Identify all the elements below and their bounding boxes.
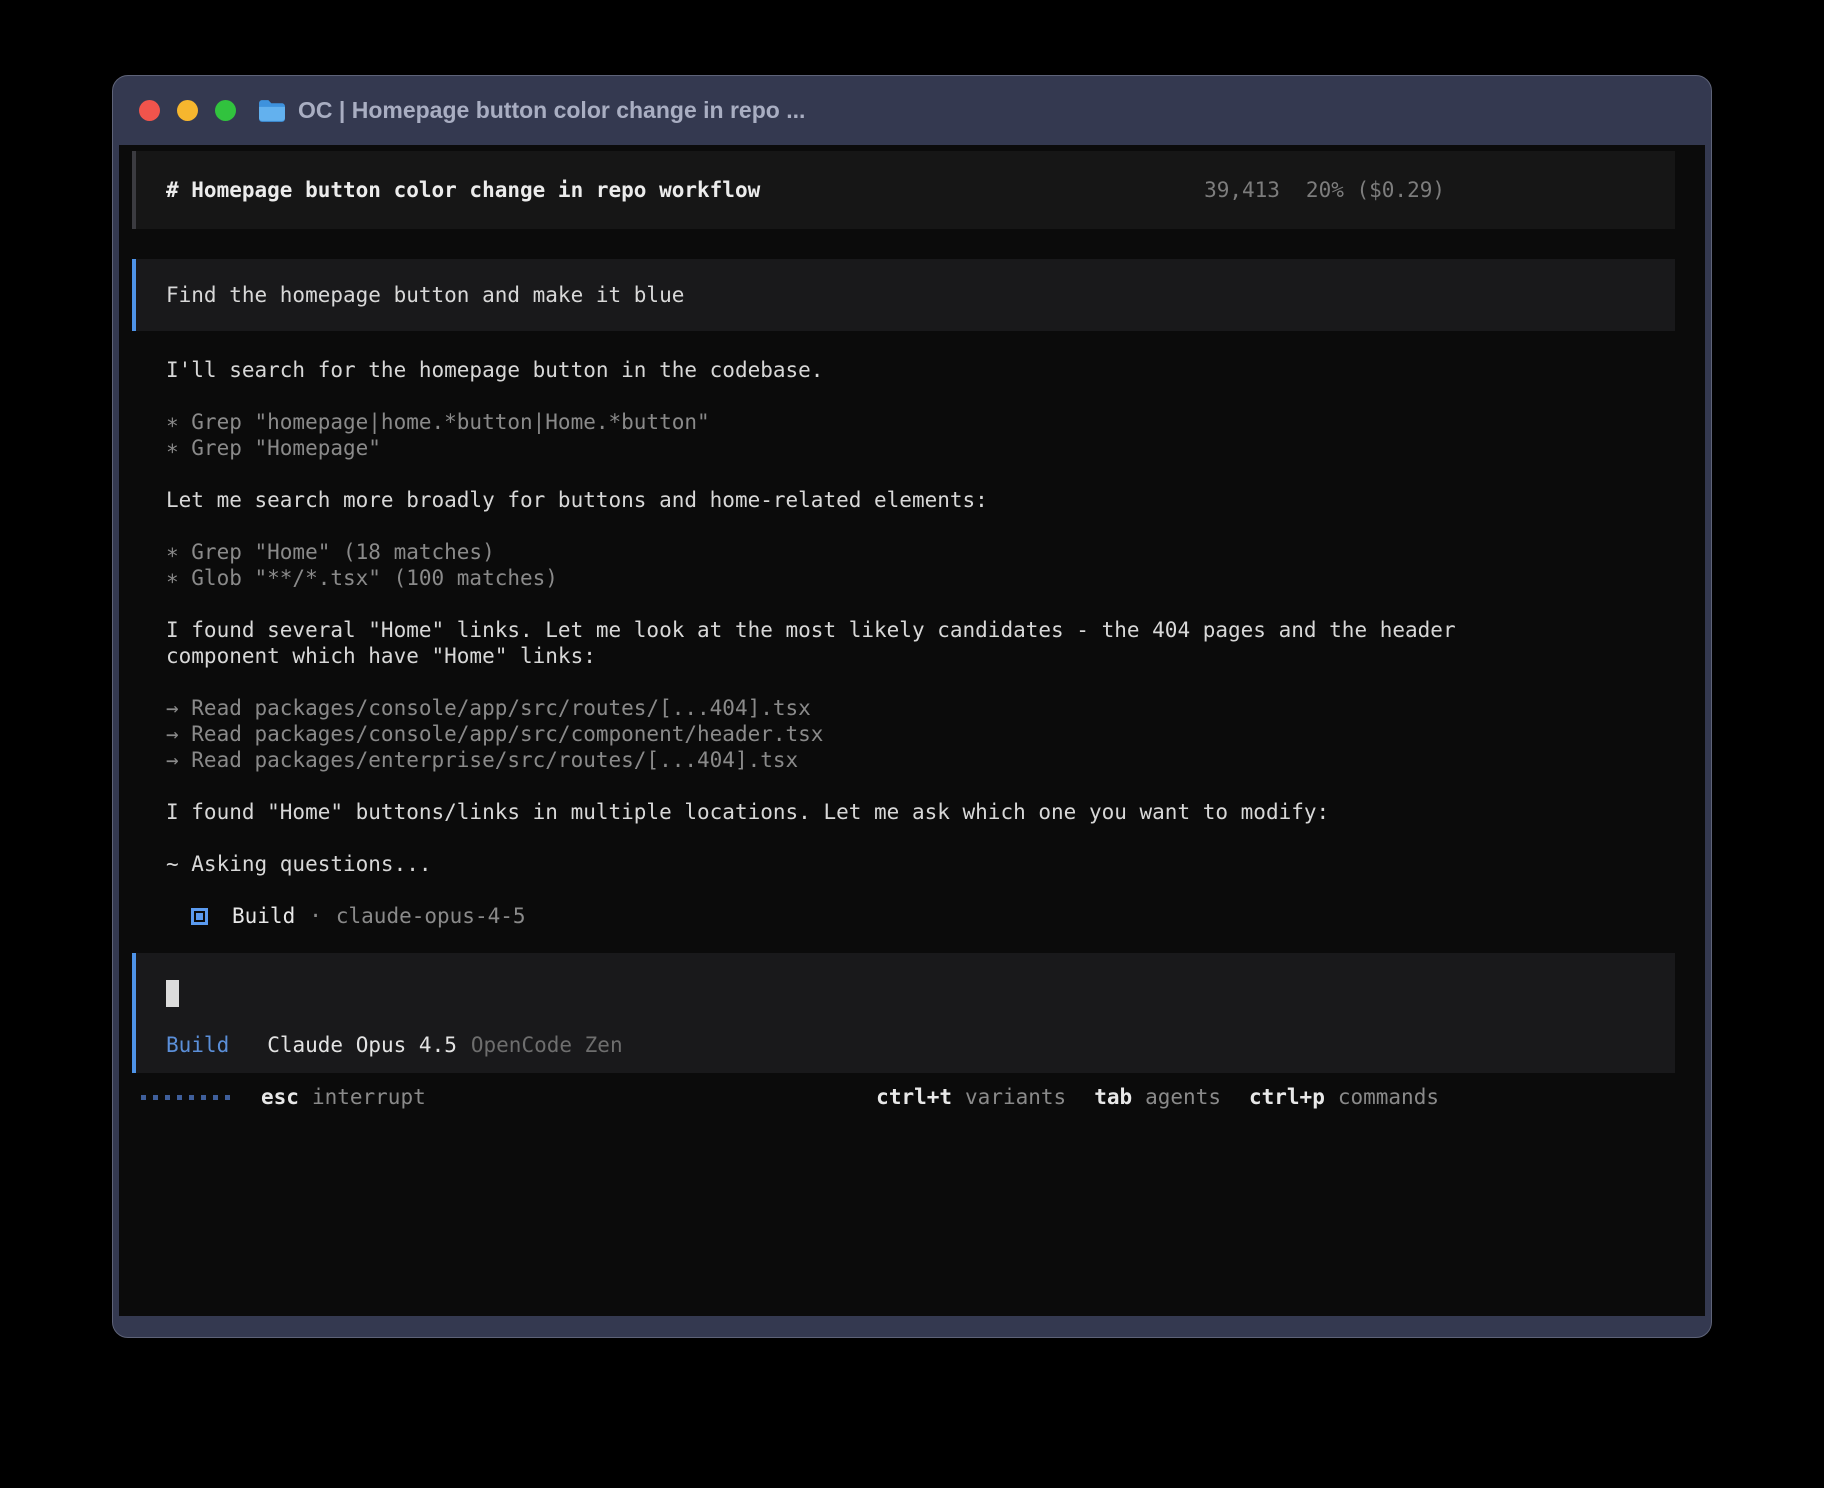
user-message: Find the homepage button and make it blu… xyxy=(132,259,1675,331)
input-agent-mode[interactable]: Build xyxy=(166,1032,229,1058)
agents-label: agents xyxy=(1145,1084,1221,1110)
assistant-status: ~ Asking questions... xyxy=(166,851,1456,877)
tool-call-grep: ∗ Grep "Home" (18 matches) xyxy=(166,539,1675,565)
tool-call-read: → Read packages/enterprise/src/routes/[.… xyxy=(166,747,1675,773)
session-header: # Homepage button color change in repo w… xyxy=(132,151,1675,229)
agent-name: Build xyxy=(232,903,295,929)
text-cursor xyxy=(166,980,179,1007)
tool-call-group: → Read packages/console/app/src/routes/[… xyxy=(166,695,1675,773)
session-title: # Homepage button color change in repo w… xyxy=(166,177,1103,203)
input-footer: Build Claude Opus 4.5 OpenCode Zen xyxy=(166,1032,1675,1058)
session-stats: 39,413 20% ($0.29) xyxy=(1103,151,1445,229)
shortcut-hints: ctrl+t variants tab agents ctrl+p comman… xyxy=(876,1084,1439,1110)
maximize-button[interactable] xyxy=(215,100,236,121)
tool-call-glob: ∗ Glob "**/*.tsx" (100 matches) xyxy=(166,565,1675,591)
input-provider: OpenCode Zen xyxy=(471,1032,623,1058)
prompt-input[interactable]: Build Claude Opus 4.5 OpenCode Zen xyxy=(132,953,1675,1073)
agents-key: tab xyxy=(1094,1084,1132,1110)
variants-key: ctrl+t xyxy=(876,1084,952,1110)
input-model[interactable]: Claude Opus 4.5 xyxy=(267,1032,457,1058)
variants-label: variants xyxy=(965,1084,1066,1110)
assistant-message: I'll search for the homepage button in t… xyxy=(132,331,1675,929)
folder-icon xyxy=(258,99,286,122)
tool-call-group: ∗ Grep "Home" (18 matches) ∗ Glob "**/*.… xyxy=(166,539,1675,591)
status-bar: esc interrupt ctrl+t variants tab agents… xyxy=(132,1084,1675,1110)
assistant-paragraph: I found several "Home" links. Let me loo… xyxy=(166,617,1456,669)
tool-call-read: → Read packages/console/app/src/routes/[… xyxy=(166,695,1675,721)
build-agent-icon xyxy=(191,908,208,925)
titlebar[interactable]: OC | Homepage button color change in rep… xyxy=(113,76,1711,145)
commands-label: commands xyxy=(1338,1084,1439,1110)
tool-call-read: → Read packages/console/app/src/componen… xyxy=(166,721,1675,747)
variants-hint: ctrl+t variants xyxy=(876,1084,1066,1110)
interrupt-hint: esc interrupt xyxy=(261,1084,426,1110)
agent-model: claude-opus-4-5 xyxy=(336,903,526,929)
spinner-dots-icon xyxy=(141,1095,230,1100)
commands-hint: ctrl+p commands xyxy=(1249,1084,1439,1110)
assistant-paragraph: I found "Home" buttons/links in multiple… xyxy=(166,799,1456,825)
esc-label: interrupt xyxy=(312,1084,426,1110)
close-button[interactable] xyxy=(139,100,160,121)
esc-key: esc xyxy=(261,1084,299,1110)
token-count: 39,413 xyxy=(1204,178,1280,202)
terminal-window: OC | Homepage button color change in rep… xyxy=(112,75,1712,1338)
terminal-content: # Homepage button color change in repo w… xyxy=(119,145,1705,1316)
window-title: OC | Homepage button color change in rep… xyxy=(298,97,805,124)
assistant-paragraph: Let me search more broadly for buttons a… xyxy=(166,487,1456,513)
commands-key: ctrl+p xyxy=(1249,1084,1325,1110)
agent-attribution-row: Build · claude-opus-4-5 xyxy=(166,903,1675,929)
tool-call-group: ∗ Grep "homepage|home.*button|Home.*butt… xyxy=(166,409,1675,461)
tool-call-grep: ∗ Grep "Homepage" xyxy=(166,435,1675,461)
window-controls xyxy=(139,100,236,121)
minimize-button[interactable] xyxy=(177,100,198,121)
assistant-paragraph: I'll search for the homepage button in t… xyxy=(166,357,1456,383)
user-message-text: Find the homepage button and make it blu… xyxy=(166,282,684,308)
tool-call-grep: ∗ Grep "homepage|home.*button|Home.*butt… xyxy=(166,409,1675,435)
context-cost: 20% ($0.29) xyxy=(1306,178,1445,202)
agent-separator: · xyxy=(309,903,322,929)
agents-hint: tab agents xyxy=(1094,1084,1221,1110)
